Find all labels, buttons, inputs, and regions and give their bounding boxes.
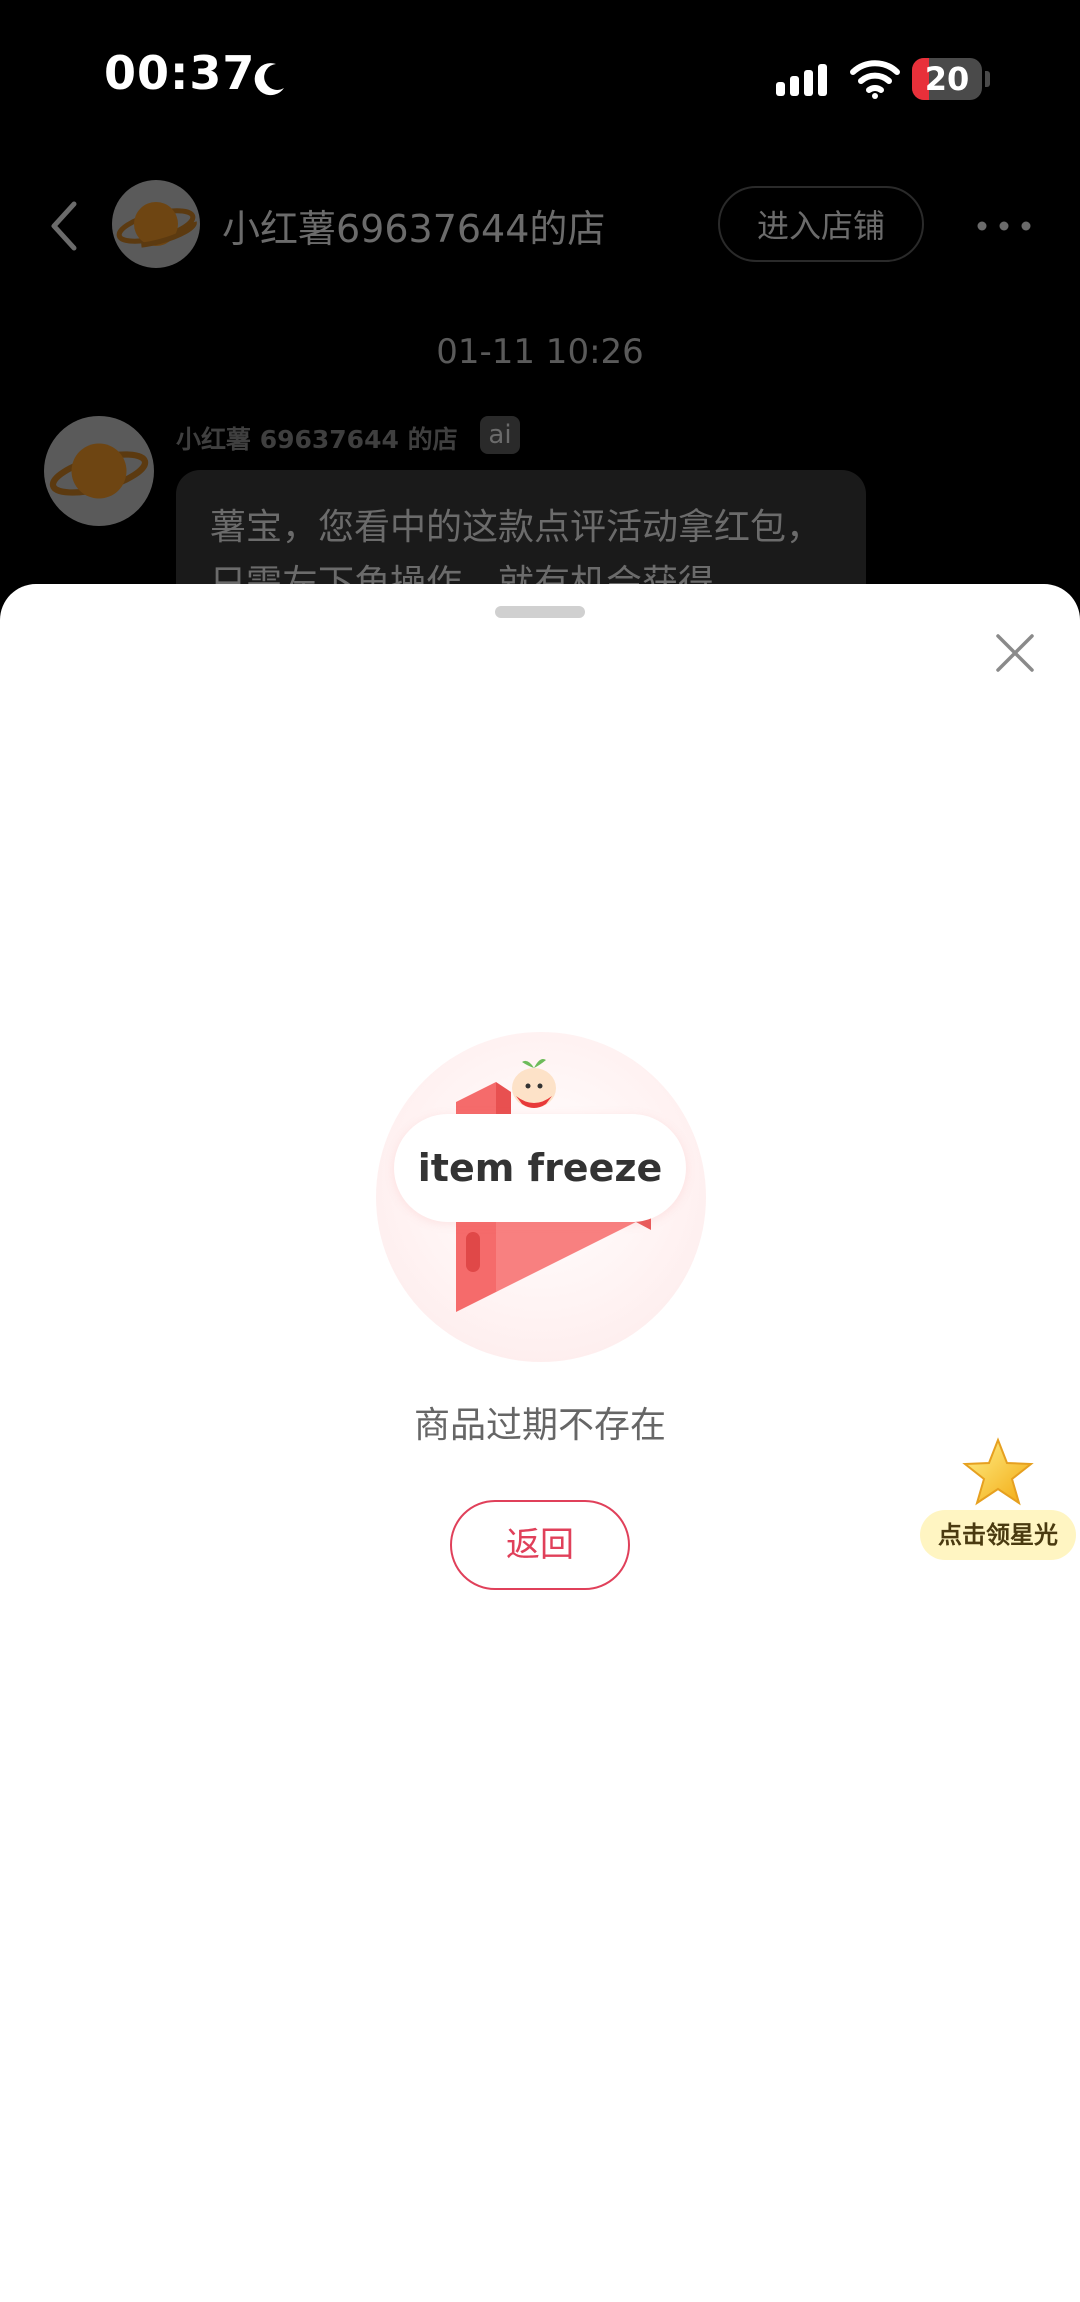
cellular-signal-icon <box>776 64 827 96</box>
sender-avatar[interactable] <box>44 416 154 526</box>
chat-screen-background: 00:37 20 小红薯69637644的店 进入店铺 01-11 10:26 … <box>0 0 1080 670</box>
bottom-sheet: item freeze 商品过期不存在 返回 点击领星光 <box>0 584 1080 2302</box>
shop-avatar[interactable] <box>112 180 200 268</box>
close-icon[interactable] <box>992 630 1038 676</box>
wifi-icon <box>850 60 900 99</box>
star-icon <box>962 1437 1034 1506</box>
more-dots-icon[interactable] <box>976 220 1032 232</box>
message-sender: 小红薯 69637644 的店 <box>176 425 458 454</box>
moon-icon <box>254 63 284 96</box>
return-button[interactable]: 返回 <box>450 1500 630 1590</box>
status-time: 00:37 <box>104 46 256 100</box>
battery-cap <box>985 71 990 87</box>
star-reward-label: 点击领星光 <box>920 1510 1076 1560</box>
sheet-drag-handle[interactable] <box>495 606 585 618</box>
chevron-left-icon[interactable] <box>46 198 82 254</box>
item-freeze-label: item freeze <box>394 1114 686 1222</box>
chat-header: 小红薯69637644的店 进入店铺 <box>0 170 1080 280</box>
enter-shop-button[interactable]: 进入店铺 <box>718 186 924 262</box>
battery-indicator: 20 <box>912 58 982 100</box>
status-bar: 00:37 20 <box>0 0 1080 160</box>
ai-badge: ai <box>480 416 520 454</box>
chat-timestamp: 01-11 10:26 <box>436 332 644 372</box>
battery-percent: 20 <box>924 60 970 98</box>
star-reward-widget[interactable]: 点击领星光 <box>920 1436 1076 1566</box>
error-message: 商品过期不存在 <box>413 1405 666 1446</box>
shop-name: 小红薯69637644的店 <box>222 207 606 251</box>
